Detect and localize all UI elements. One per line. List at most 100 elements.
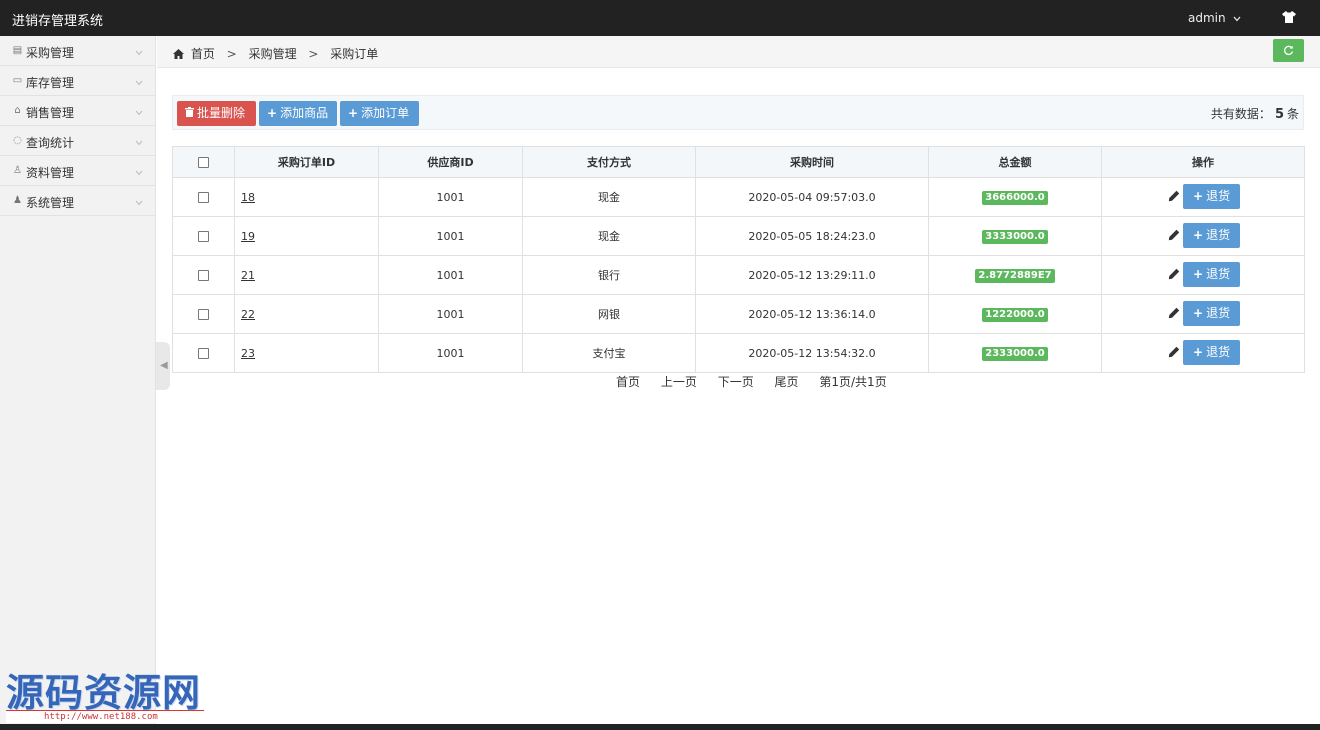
breadcrumb: 首页 > 采购管理 > 采购订单 xyxy=(173,45,378,62)
chevron-down-icon xyxy=(1233,15,1241,25)
watermark-url: http://www.net188.com xyxy=(6,710,204,723)
sidebar-item[interactable]: ▭ 库存管理 xyxy=(0,66,155,96)
bottom-bar xyxy=(0,724,1320,730)
watermark: 源码资源网 http://www.net188.com xyxy=(6,662,206,724)
row-checkbox[interactable] xyxy=(198,192,209,203)
sidebar-item[interactable]: ♙ 资料管理 xyxy=(0,156,155,186)
payment-method-cell: 现金 xyxy=(522,216,696,256)
order-id-link[interactable]: 22 xyxy=(241,308,255,321)
pencil-icon[interactable] xyxy=(1168,229,1180,241)
next-page-link[interactable]: 下一页 xyxy=(718,375,754,389)
chevron-down-icon xyxy=(135,165,143,176)
purchase-time-cell: 2020-05-05 18:24:23.0 xyxy=(695,216,929,256)
order-id-link[interactable]: 19 xyxy=(241,230,255,243)
last-page-link[interactable]: 尾页 xyxy=(775,375,799,389)
total-prefix: 共有数据： xyxy=(1210,107,1271,121)
return-button[interactable]: + 退货 xyxy=(1183,340,1240,365)
table-row: 18 1001 现金 2020-05-04 09:57:03.0 3666000.0 + 退… xyxy=(172,177,1305,217)
add-goods-label: 添加商品 xyxy=(280,106,329,120)
pencil-icon[interactable] xyxy=(1168,190,1180,202)
order-id-link[interactable]: 21 xyxy=(241,269,255,282)
user-name: admin xyxy=(1188,11,1226,25)
select-all-checkbox[interactable] xyxy=(198,157,209,168)
column-header: 采购时间 xyxy=(695,146,929,178)
actions-cell: + 退货 xyxy=(1101,177,1305,217)
bag-icon: ⌂ xyxy=(14,105,21,116)
purchase-time-cell: 2020-05-04 09:57:03.0 xyxy=(695,177,929,217)
row-checkbox[interactable] xyxy=(198,270,209,281)
plus-icon: + xyxy=(1193,345,1204,359)
table-header-row: 采购订单ID 供应商ID 支付方式 采购时间 总金额 操作 xyxy=(172,146,1305,178)
sidebar-item-label: 库存管理 xyxy=(26,76,75,90)
watermark-title: 源码资源网 xyxy=(6,671,202,715)
actions-cell: + 退货 xyxy=(1101,216,1305,256)
chevron-down-icon xyxy=(135,45,143,56)
return-button[interactable]: + 退货 xyxy=(1183,301,1240,326)
add-order-button[interactable]: + 添加订单 xyxy=(340,101,419,126)
chevron-left-icon: ◀ xyxy=(160,360,168,371)
sidebar-item-label: 系统管理 xyxy=(26,196,75,210)
order-id-cell: 23 xyxy=(234,333,379,373)
actions-cell: + 退货 xyxy=(1101,294,1305,334)
total-amount-cell: 3333000.0 xyxy=(928,216,1102,256)
plus-icon: + xyxy=(1193,189,1204,203)
return-label: 退货 xyxy=(1206,345,1231,359)
return-button[interactable]: + 退货 xyxy=(1183,223,1240,248)
breadcrumb-home[interactable]: 首页 xyxy=(191,47,215,61)
row-checkbox[interactable] xyxy=(198,348,209,359)
add-goods-button[interactable]: + 添加商品 xyxy=(259,101,337,126)
prev-page-link[interactable]: 上一页 xyxy=(661,375,697,389)
chat-icon: ◌ xyxy=(13,135,22,146)
batch-delete-label: 批量删除 xyxy=(197,106,246,120)
row-select-cell xyxy=(172,177,235,217)
actions-cell: + 退货 xyxy=(1101,333,1305,373)
order-id-link[interactable]: 18 xyxy=(241,191,255,204)
purchase-time-cell: 2020-05-12 13:29:11.0 xyxy=(695,255,929,295)
order-id-link[interactable]: 23 xyxy=(241,347,255,360)
sidebar-item[interactable]: ♟ 系统管理 xyxy=(0,186,155,216)
refresh-icon xyxy=(1284,45,1294,56)
row-select-cell xyxy=(172,255,235,295)
pencil-icon[interactable] xyxy=(1168,268,1180,280)
sidebar-item[interactable]: ◌ 查询统计 xyxy=(0,126,155,156)
column-header: 采购订单ID xyxy=(234,146,379,178)
amount-badge: 2333000.0 xyxy=(982,346,1048,361)
column-header: 供应商ID xyxy=(378,146,523,178)
chevron-down-icon xyxy=(135,195,143,206)
sidebar-item-label: 查询统计 xyxy=(26,136,75,150)
return-button[interactable]: + 退货 xyxy=(1183,262,1240,287)
total-count: 共有数据： 5 条 xyxy=(1211,105,1299,122)
return-label: 退货 xyxy=(1206,189,1231,203)
app-title: 进销存管理系统 xyxy=(12,14,104,29)
total-amount-cell: 1222000.0 xyxy=(928,294,1102,334)
row-checkbox[interactable] xyxy=(198,309,209,320)
chevron-down-icon xyxy=(135,135,143,146)
pencil-icon[interactable] xyxy=(1168,307,1180,319)
sidebar-item[interactable]: ⌂ 销售管理 xyxy=(0,96,155,126)
breadcrumb-section[interactable]: 采购管理 xyxy=(249,47,297,61)
sidebar-collapse-toggle[interactable]: ◀ xyxy=(156,342,170,390)
payment-method-cell: 支付宝 xyxy=(522,333,696,373)
batch-delete-button[interactable]: 批量删除 xyxy=(177,101,256,126)
trash-icon xyxy=(185,101,194,126)
row-checkbox[interactable] xyxy=(198,231,209,242)
refresh-button[interactable] xyxy=(1273,39,1304,62)
action-toolbar: 批量删除 + 添加商品 + 添加订单 共有数据： 5 条 xyxy=(172,95,1304,130)
add-order-label: 添加订单 xyxy=(361,106,410,120)
breadcrumb-separator: > xyxy=(308,47,319,61)
breadcrumb-separator: > xyxy=(226,47,237,61)
first-page-link[interactable]: 首页 xyxy=(616,375,640,389)
supplier-id-cell: 1001 xyxy=(378,216,523,256)
amount-badge: 3333000.0 xyxy=(982,229,1048,244)
tshirt-icon[interactable] xyxy=(1282,11,1296,23)
user-menu[interactable]: admin xyxy=(1188,11,1241,25)
payment-method-cell: 现金 xyxy=(522,177,696,217)
return-button[interactable]: + 退货 xyxy=(1183,184,1240,209)
breadcrumb-bar: 首页 > 采购管理 > 采购订单 xyxy=(157,36,1320,68)
amount-badge: 1222000.0 xyxy=(982,307,1048,322)
supplier-id-cell: 1001 xyxy=(378,333,523,373)
sidebar-item[interactable]: ▤ 采购管理 xyxy=(0,36,155,66)
plus-icon: + xyxy=(1193,228,1204,242)
order-id-cell: 22 xyxy=(234,294,379,334)
pencil-icon[interactable] xyxy=(1168,346,1180,358)
